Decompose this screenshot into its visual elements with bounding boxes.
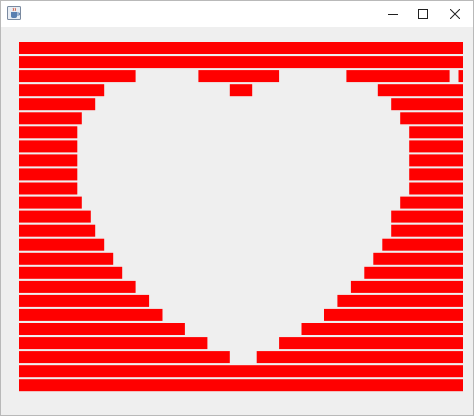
- java-cup-icon[interactable]: [7, 6, 21, 20]
- red-bar-row-17-seg-2: [364, 266, 463, 279]
- red-bar-row-10-seg-1: [19, 168, 78, 181]
- red-bar-row-21-seg-1: [19, 323, 185, 335]
- red-bar-row-2-seg-1: [19, 56, 463, 69]
- red-bar-row-6-seg-2: [400, 112, 463, 125]
- red-bar-row-1-seg-1: [19, 42, 463, 54]
- red-bar-row-24-seg-1: [19, 365, 463, 378]
- red-bar-row-4-seg-2: [229, 84, 253, 97]
- red-bar-row-15-seg-2: [382, 238, 463, 251]
- red-bar-row-21-seg-2: [301, 323, 463, 335]
- red-bar-row-20-seg-1: [19, 308, 163, 321]
- red-bar-row-16-seg-2: [373, 252, 463, 265]
- red-bar-row-5-seg-1: [19, 98, 96, 111]
- red-bar-row-8-seg-2: [409, 140, 463, 153]
- red-bar-row-12-seg-1: [19, 196, 82, 209]
- red-bar-row-19-seg-2: [337, 294, 463, 307]
- red-bar-row-15-seg-1: [19, 238, 105, 251]
- red-bar-row-11-seg-1: [19, 182, 78, 195]
- red-bar-row-3-seg-4: [458, 70, 463, 83]
- heart-bar-graphic: [19, 42, 463, 392]
- red-bar-row-13-seg-2: [391, 210, 463, 223]
- red-bar-row-8-seg-1: [19, 140, 78, 153]
- app-window: [0, 0, 474, 416]
- red-bar-row-20-seg-2: [324, 308, 463, 321]
- red-bar-row-14-seg-2: [391, 224, 463, 237]
- red-bar-row-7-seg-1: [19, 126, 78, 139]
- red-bar-row-18-seg-1: [19, 280, 136, 293]
- red-bar-row-5-seg-2: [391, 98, 463, 111]
- close-icon: [450, 9, 460, 19]
- minimize-icon: [388, 14, 398, 15]
- red-bar-row-3-seg-2: [198, 70, 280, 83]
- red-bar-row-3-seg-3: [346, 70, 450, 83]
- red-bar-row-10-seg-2: [409, 168, 463, 181]
- red-bar-row-4-seg-1: [19, 84, 105, 97]
- red-bar-row-25-seg-1: [19, 379, 463, 392]
- red-bar-row-9-seg-1: [19, 154, 78, 167]
- red-bar-row-16-seg-1: [19, 252, 114, 265]
- maximize-button[interactable]: [405, 1, 441, 27]
- red-bar-row-6-seg-1: [19, 112, 82, 125]
- red-bar-row-23-seg-2: [256, 351, 463, 364]
- red-bar-row-7-seg-2: [409, 126, 463, 139]
- title-bar[interactable]: [1, 1, 473, 27]
- red-bar-row-4-seg-3: [377, 84, 463, 97]
- maximize-icon: [418, 9, 428, 19]
- red-bar-row-11-seg-2: [409, 182, 463, 195]
- red-bar-row-19-seg-1: [19, 294, 150, 307]
- red-bar-row-22-seg-2: [279, 337, 463, 350]
- red-bar-row-3-seg-1: [19, 70, 136, 83]
- red-bar-row-22-seg-1: [19, 337, 208, 350]
- red-bar-row-18-seg-2: [350, 280, 463, 293]
- red-bar-row-23-seg-1: [19, 351, 230, 364]
- drawing-panel: [1, 27, 473, 415]
- red-bar-row-9-seg-2: [409, 154, 463, 167]
- red-bar-row-14-seg-1: [19, 224, 96, 237]
- red-bar-row-13-seg-1: [19, 210, 91, 223]
- red-bar-row-17-seg-1: [19, 266, 123, 279]
- close-button[interactable]: [437, 1, 473, 27]
- red-bar-row-12-seg-2: [400, 196, 463, 209]
